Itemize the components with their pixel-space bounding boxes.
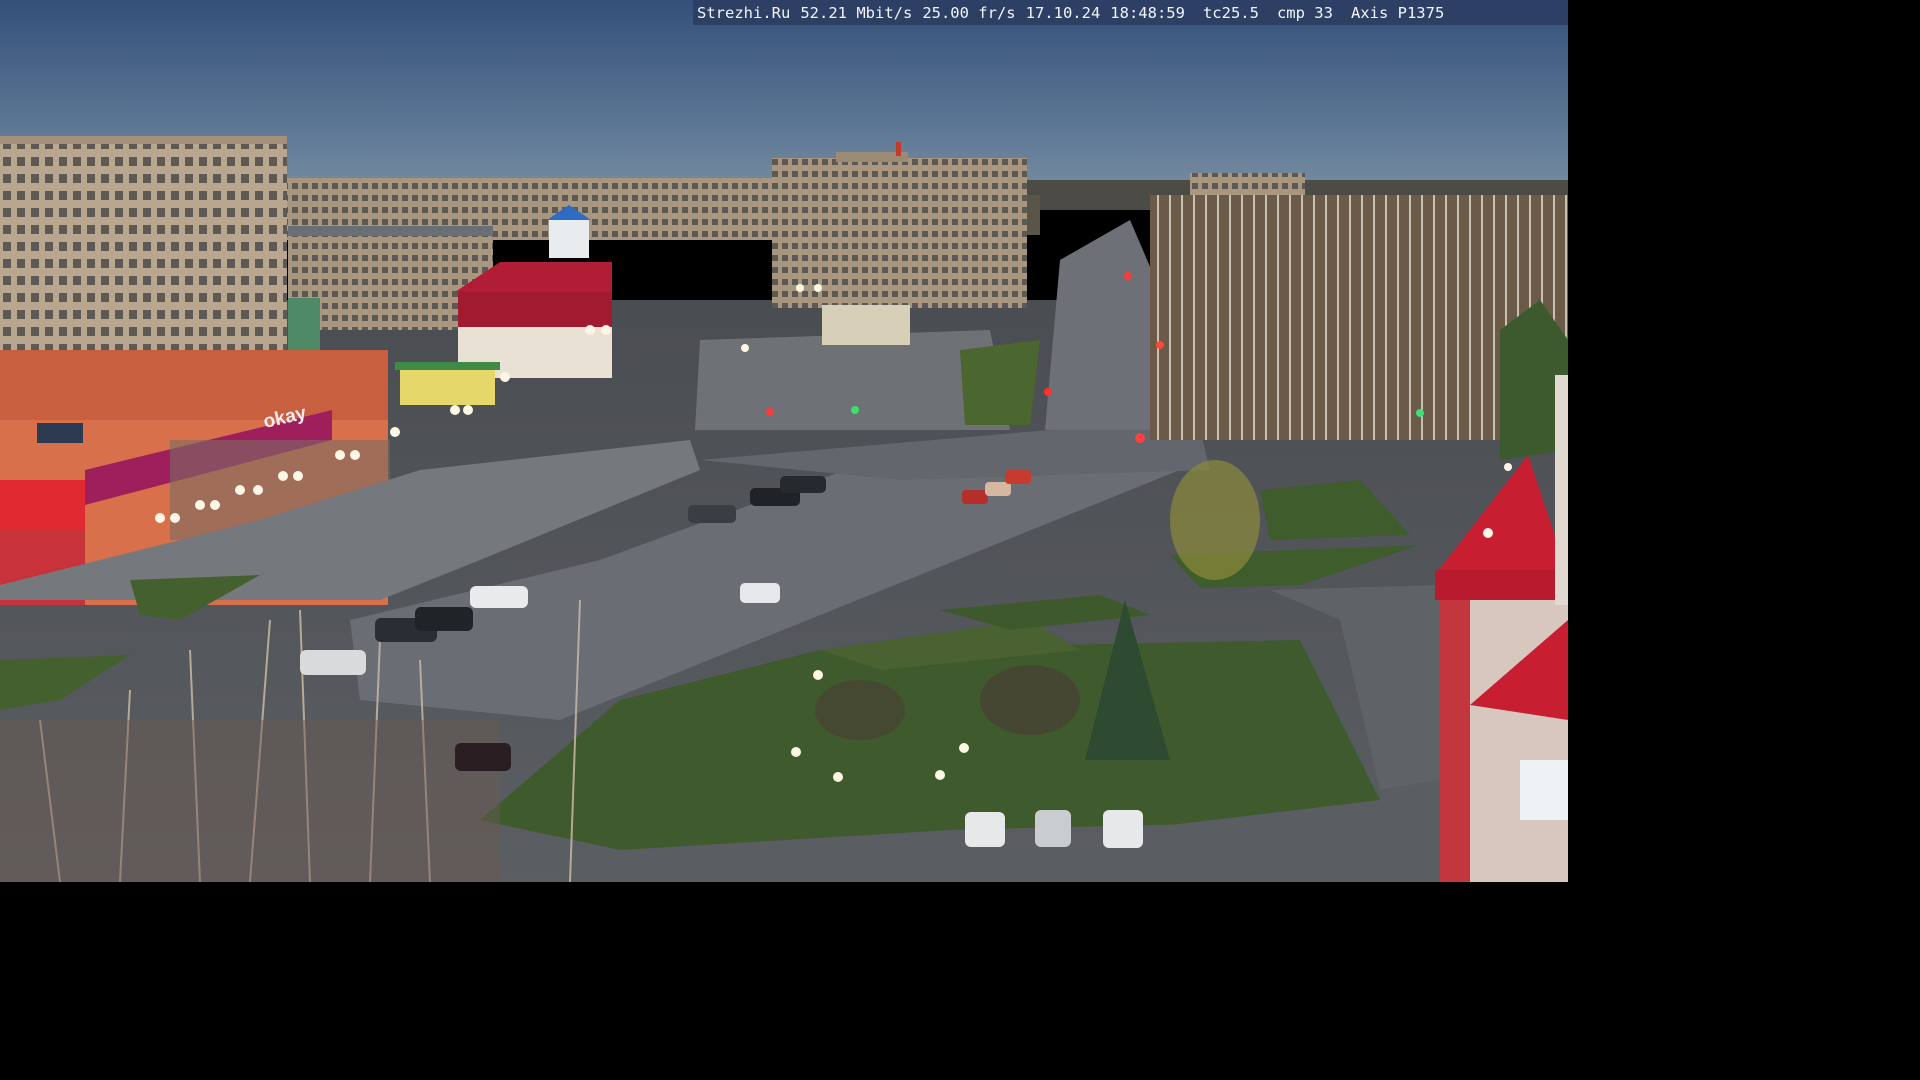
tc-value: tc25.5 (1202, 3, 1259, 22)
blue-roof-building (549, 218, 589, 258)
city-street-scene: okay (0, 0, 1568, 882)
cmp-value: cmp 33 (1276, 3, 1333, 22)
bitrate: 52.21 Mbit/s (800, 3, 913, 22)
camera-model: Axis P1375 (1350, 3, 1445, 22)
site-name: Strezhi.Ru (697, 3, 791, 22)
camera-info-overlay: Strezhi.Ru 52.21 Mbit/s 25.00 fr/s 17.10… (693, 0, 1568, 25)
date: 17.10.24 (1025, 3, 1101, 22)
center-apartment-tower (772, 158, 1027, 308)
time: 18:48:59 (1110, 3, 1185, 22)
webcam-frame: okay Strezhi.Ru 52.21 Mbit/s 25.00 fr/s … (0, 0, 1568, 882)
framerate: 25.00 fr/s (922, 3, 1016, 22)
small-pavilion (822, 305, 910, 345)
